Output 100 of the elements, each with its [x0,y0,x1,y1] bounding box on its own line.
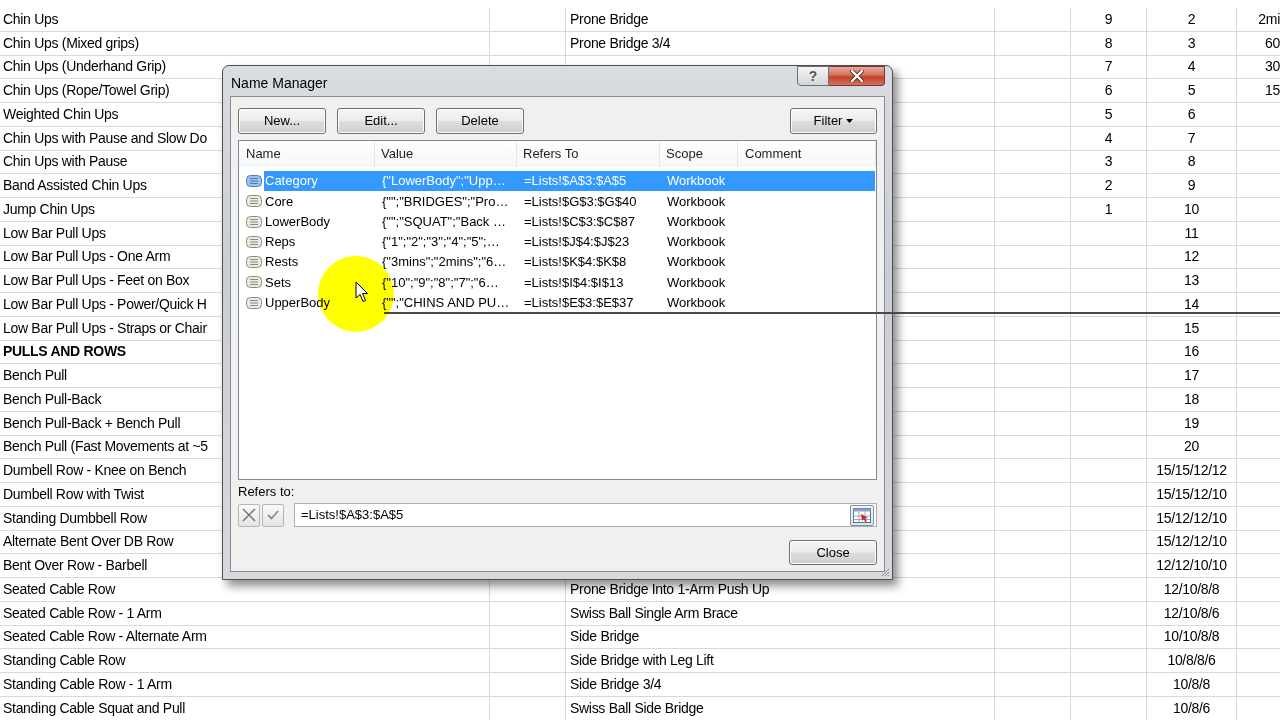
rep-value: 10/8/8 [1172,674,1211,694]
exercise-name: Dumbell Row with Twist [3,484,144,504]
value-text: {"LowerBody";"Upp… [382,172,506,191]
rep-value: 6 [1187,104,1196,124]
rep-value: 19 [1184,413,1199,433]
scope-text: Workbook [667,233,726,252]
exercise-name: Low Bar Pull Ups - Power/Quick H [3,294,207,314]
exercise-name: Bench Pull-Back + Bench Pull [3,413,181,433]
name-text: Category [265,172,318,191]
exercise-name: Standing Cable Squat and Pull [3,698,185,718]
exercise-name: Standing Cable Row [3,651,126,671]
number-value: 2 [1104,176,1113,196]
name-action-button[interactable]: New... [238,108,326,134]
column-header[interactable]: Value [381,144,414,164]
rep-value: 9 [1187,176,1196,196]
rep-value: 3 [1187,33,1196,53]
name-text: Core [265,192,294,211]
exercise-name: Side Bridge with Leg Lift [570,651,714,671]
help-button[interactable]: ? [797,66,829,86]
number-value: 4 [1104,128,1113,148]
value-text: {"3mins";"2mins";"6… [382,253,507,272]
mouse-pointer-icon [355,281,369,303]
number-value: 6 [1104,81,1113,101]
reference-text: =Lists!$K$4:$K$8 [524,253,627,272]
rep-value: 12/12/10/10 [1156,556,1227,576]
refers-to-field[interactable]: =Lists!$A$3:$A$5 [294,503,877,527]
exercise-name: Side Bridge [570,627,640,647]
rep-value: 15/15/12/12 [1156,461,1227,481]
rep-value: 13 [1184,271,1199,291]
number-value: 7 [1104,57,1113,77]
number-value: 1 [1104,199,1113,219]
dialog-close-button[interactable]: Close [789,540,877,565]
exercise-name: Seated Cable Row - 1 Arm [3,603,162,623]
cancel-button[interactable] [238,503,260,527]
rest-value: 15 [1265,81,1280,101]
range-select-button[interactable] [850,504,874,526]
number-value: 3 [1104,152,1113,172]
close-icon [849,70,864,82]
rest-value: 60 [1265,33,1280,53]
dialog-title: Name Manager [231,74,328,93]
name-text: Reps [265,233,296,252]
field-label: Refers to: [238,483,295,502]
reference-text: =Lists!$C$3:$C$87 [524,212,635,231]
value-text: {"";"BRIDGES";"Pro… [382,192,509,211]
rep-value: 15/12/12/10 [1156,532,1227,552]
exercise-name: Chin Ups (Underhand Grip) [3,57,166,77]
close-button[interactable] [829,66,885,86]
rest-value: 30 [1265,57,1280,77]
rep-value: 14 [1184,294,1199,314]
exercise-name: Bench Pull [3,366,67,386]
exercise-name: Band Assisted Chin Ups [3,176,147,196]
filter-button[interactable]: Filter [790,108,877,134]
column-header[interactable]: Comment [745,144,802,164]
rep-value: 12/10/8/6 [1163,603,1220,623]
rep-value: 8 [1187,152,1196,172]
rep-value: 15/15/12/10 [1156,484,1227,504]
exercise-name: Jump Chin Ups [3,199,95,219]
name-text: LowerBody [265,212,331,231]
label-icon [246,195,262,208]
rep-value: 12/10/8/8 [1163,579,1220,599]
scope-text: Workbook [667,273,726,292]
name-action-button[interactable]: Delete [436,108,524,134]
value-text: {"1";"2";"3";"4";"5";… [382,233,500,252]
rep-value: 17 [1184,366,1199,386]
name-text: Sets [265,273,291,292]
scope-text: Workbook [667,192,726,211]
x-icon [242,508,256,522]
reference-text: =Lists!$A$3:$A$5 [524,172,627,191]
name-action-button[interactable]: Edit... [337,108,425,134]
column-header[interactable]: Refers To [523,144,579,164]
exercise-name: Chin Ups [3,9,59,29]
exercise-name: Standing Dumbbell Row [3,508,147,528]
rep-value: 16 [1184,342,1199,362]
scope-text: Workbook [667,253,726,272]
caret-icon [846,119,854,123]
rep-value: 20 [1184,437,1199,457]
exercise-name: Standing Cable Row - 1 Arm [3,674,172,694]
exercise-name: Low Bar Pull Ups - Feet on Box [3,271,190,291]
exercise-name: Seated Cable Row - Alternate Arm [3,627,207,647]
confirm-button[interactable] [262,503,284,527]
reference-text: =Lists!$G$3:$G$40 [524,192,637,211]
exercise-name: Bench Pull (Fast Movements at ~5 [3,437,208,457]
rep-value: 10/8/6 [1172,698,1211,718]
rest-value: 2mi [1258,9,1280,29]
rep-value: 15/12/12/10 [1156,508,1227,528]
exercise-name: Chin Ups with Pause and Slow Do [3,128,207,148]
rep-value: 12 [1184,247,1199,267]
rep-value: 4 [1187,57,1196,77]
column-header[interactable]: Scope [666,144,703,164]
exercise-name: Low Bar Pull Ups - Straps or Chair [3,318,207,338]
rep-value: 15 [1184,318,1199,338]
check-icon [267,510,279,520]
exercise-name: Alternate Bent Over DB Row [3,532,174,552]
exercise-name: Chin Ups (Mixed grips) [3,33,139,53]
exercise-name: Low Bar Pull Ups - One Arm [3,247,171,267]
exercise-name: Bent Over Row - Barbell [3,556,148,576]
column-header[interactable]: Name [246,144,281,164]
number-value: 5 [1104,104,1113,124]
name-text: Rests [265,253,299,272]
exercise-name: Low Bar Pull Ups [3,223,106,243]
